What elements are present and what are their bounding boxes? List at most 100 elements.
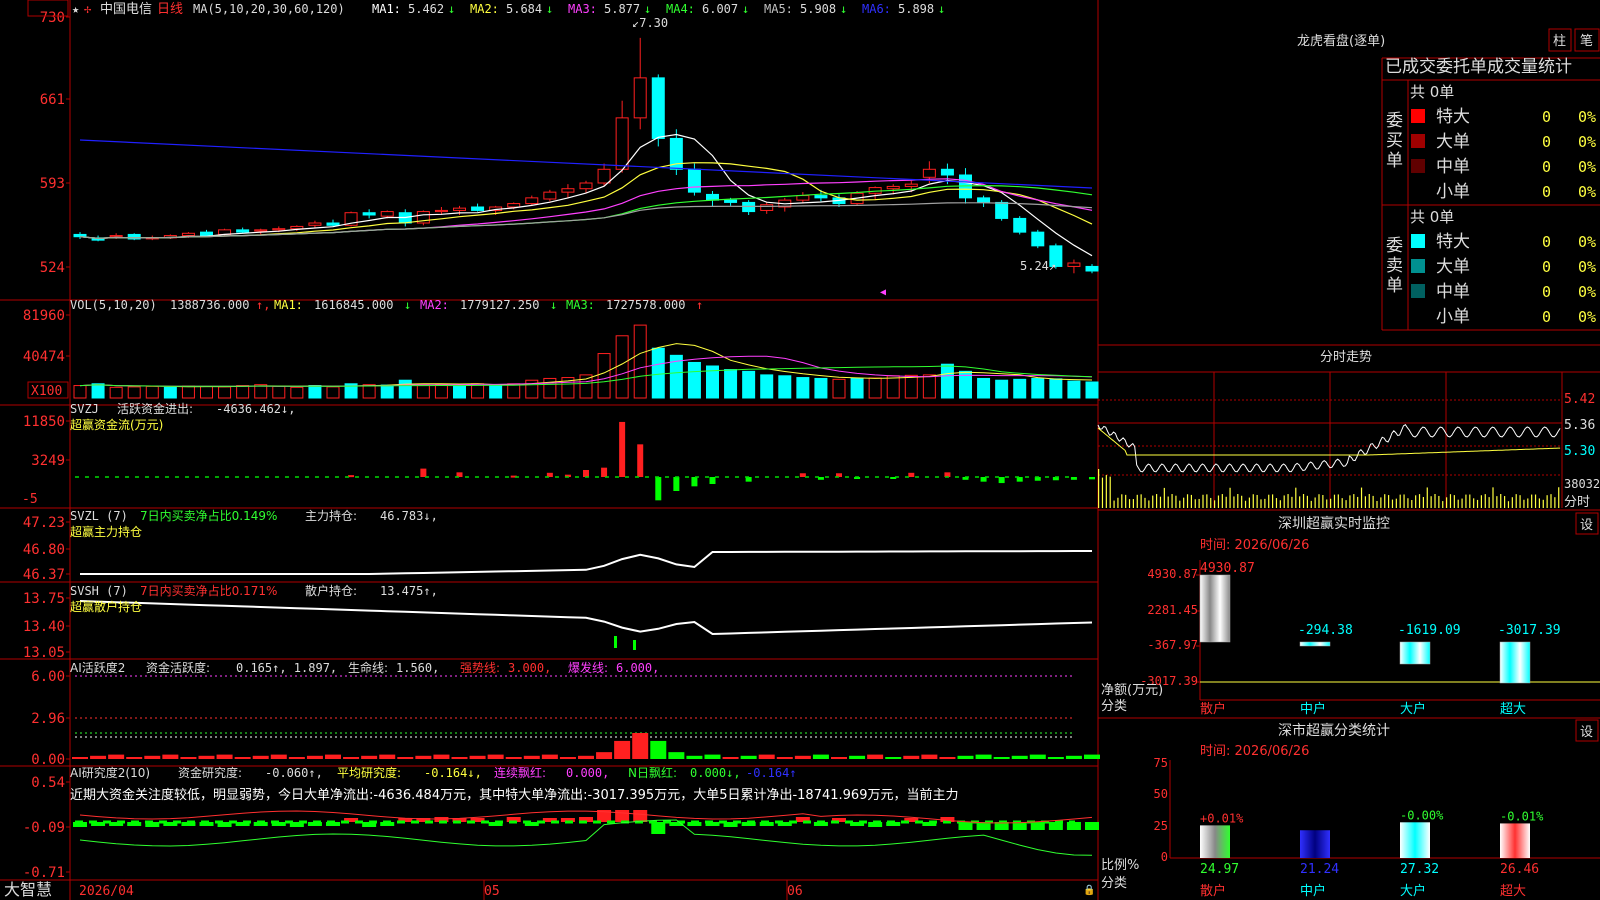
ma-line-2 (79, 162, 1093, 240)
sz-class-settings-button[interactable]: 设 (1580, 725, 1593, 740)
dragon-tiger-panel: 龙虎看盘(逐单) 柱 笔 已成交委托单成交量统计 共 0单 共 0单 委买单 委… (1297, 28, 1600, 327)
ma-legend-arrow: ↓ (840, 2, 847, 16)
volume-bar (380, 384, 394, 399)
intraday-vol-bar (1446, 497, 1448, 508)
y-axis-labels: 730 661 593 524 81960 40474 X100 11850 3249 -5 X10… (22, 0, 70, 881)
candle (868, 186, 882, 201)
svzl-panel[interactable]: SVZL (7) 7日内买卖净占比0.149% 主力持仓: 46.783↓, 超… (70, 508, 1092, 575)
intraday-vol-bar (1357, 496, 1359, 508)
candle (308, 220, 322, 228)
activity-bar (361, 755, 378, 759)
activity-bar (144, 755, 161, 759)
intraday-vol-bar (1295, 487, 1297, 508)
svzj-value: -4636.462↓, (216, 402, 295, 416)
candle-body (254, 229, 268, 232)
intraday-vol-bar (1457, 499, 1459, 508)
sell-side-char: 委 (1386, 236, 1403, 256)
volume-panel[interactable]: VOL(5,10,20) 1388736.000 ↑, MA1: 1616845.… (70, 298, 1099, 399)
intraday-vol-bar (1322, 495, 1324, 508)
bi-button[interactable]: 笔 (1580, 33, 1593, 49)
intraday-vol-bar (1469, 494, 1471, 508)
money-flow-bar (908, 472, 915, 477)
ai-research-summary: 近期大资金关注度较低，明显弱势，今日大单净流出:-4636.484万元，其中特大… (70, 787, 958, 803)
szc-bar (1200, 825, 1230, 858)
activity-bar (849, 755, 866, 759)
intraday-y3: 5.30 (1564, 444, 1595, 459)
high-price-label: ↙7.30 (632, 16, 668, 30)
activity-bar (306, 755, 323, 759)
money-flow-bar (998, 477, 1005, 484)
szc-y3: 25 (1154, 819, 1168, 833)
intraday-vol-bar (1488, 497, 1490, 508)
candle (1067, 259, 1081, 274)
intraday-vol-bar (1283, 495, 1285, 508)
candle-body (922, 168, 936, 178)
dt-row-name: 大单 (1436, 132, 1470, 152)
period-label[interactable]: 日线 (157, 2, 183, 17)
ma-legend-label: MA1: (372, 2, 401, 16)
intraday-vol-bar (1476, 499, 1479, 508)
szc-category: 大户 (1400, 883, 1426, 899)
money-flow-bar (601, 467, 608, 477)
intraday-vol-bar (1461, 498, 1463, 508)
y-label: 0.00 (31, 752, 65, 768)
ai-active-value1: 0.165↑, 1.897, (236, 661, 337, 675)
zhu-button[interactable]: 柱 (1553, 34, 1566, 49)
intraday-vol-bar (1179, 500, 1181, 508)
y-label: 46.80 (23, 542, 65, 558)
volume-bar (940, 363, 954, 399)
svzl-line (80, 550, 1092, 575)
sz-monitor-panel: 深圳超赢实时监控 设 时间: 2026/06/26 4930.87 2281.4… (1101, 512, 1599, 717)
ma-line-5 (79, 202, 1093, 240)
activity-bar (1065, 755, 1082, 759)
date-label-1: 2026/04 (79, 884, 134, 899)
volume-bar (760, 374, 774, 399)
ai-active-label1: 资金活跃度: (146, 660, 210, 675)
y-label: 81960 (23, 308, 65, 324)
intraday-vol-bar (1550, 494, 1552, 508)
activity-bar (578, 755, 594, 759)
intraday-vol-bar (1233, 496, 1235, 508)
candle-body (1067, 262, 1081, 267)
candle-body (109, 235, 123, 238)
intraday-vol-bar (1438, 495, 1440, 508)
y-label: 47.23 (23, 515, 65, 531)
ai-research-panel[interactable]: AI研究度2(10) 资金研究度: -0.060↑, 平均研究度: -0.164… (70, 765, 1099, 856)
lock-icon[interactable]: 🔒 (1083, 884, 1095, 896)
star-icon[interactable]: ★ (72, 2, 79, 16)
intraday-vol-bar (1287, 494, 1289, 508)
svsh-panel[interactable]: SVSH (7) 7日内买卖净占比0.171% 散户持仓: 13.475↑, 超… (70, 583, 1093, 650)
szc-bottom-label: 27.32 (1400, 862, 1439, 877)
volume-bar (651, 347, 665, 399)
dt-row-pct: 0% (1578, 283, 1596, 301)
ai-research-value4: 0.000↓, (690, 766, 741, 780)
vol-legend-arrow: ↓ (404, 298, 411, 312)
intraday-vol-bar (1159, 496, 1162, 508)
intraday-vol-bar (1140, 494, 1142, 508)
intraday-y1: 5.42 (1564, 392, 1595, 407)
plus-icon[interactable]: ✢ (84, 2, 92, 16)
ai-active-panel[interactable]: AI活跃度2 资金活跃度: 0.165↑, 1.897, 生命线: 1.560,… (70, 660, 1100, 759)
intraday-vol-bar (1217, 495, 1220, 508)
intraday-vol-bar (1109, 476, 1111, 508)
svsh-label: 散户持仓: (305, 583, 357, 598)
y-label: -0.09 (23, 820, 65, 836)
legend-swatch (1411, 159, 1425, 173)
sz-category: 大户 (1400, 701, 1426, 717)
szc-bottom-label: 21.24 (1300, 862, 1339, 877)
svzj-sub: 超赢资金流(万元) (70, 417, 163, 432)
dt-row-count: 0 (1542, 183, 1551, 201)
intraday-vol-bar (1376, 500, 1378, 508)
y-label: 0.54 (31, 775, 65, 791)
svzj-panel[interactable]: SVZJ 活跃资金进出: -4636.462↓, 超赢资金流(万元) (70, 401, 1095, 501)
sell-side-char: 卖 (1386, 256, 1403, 276)
activity-bar (758, 754, 775, 759)
sz-monitor-settings-button[interactable]: 设 (1580, 518, 1593, 533)
sell-total: 共 0单 (1410, 208, 1454, 226)
y-label: -5 (22, 492, 38, 507)
kline-panel[interactable]: ★ ✢ 中国电信 日线 MA(5,10,20,30,60,120) MA1: 5.… (72, 2, 1099, 298)
sz-bar (1499, 641, 1531, 684)
szc-unit2: 分类 (1101, 876, 1127, 891)
volume-bar (850, 377, 864, 399)
money-flow-bar (583, 470, 589, 477)
